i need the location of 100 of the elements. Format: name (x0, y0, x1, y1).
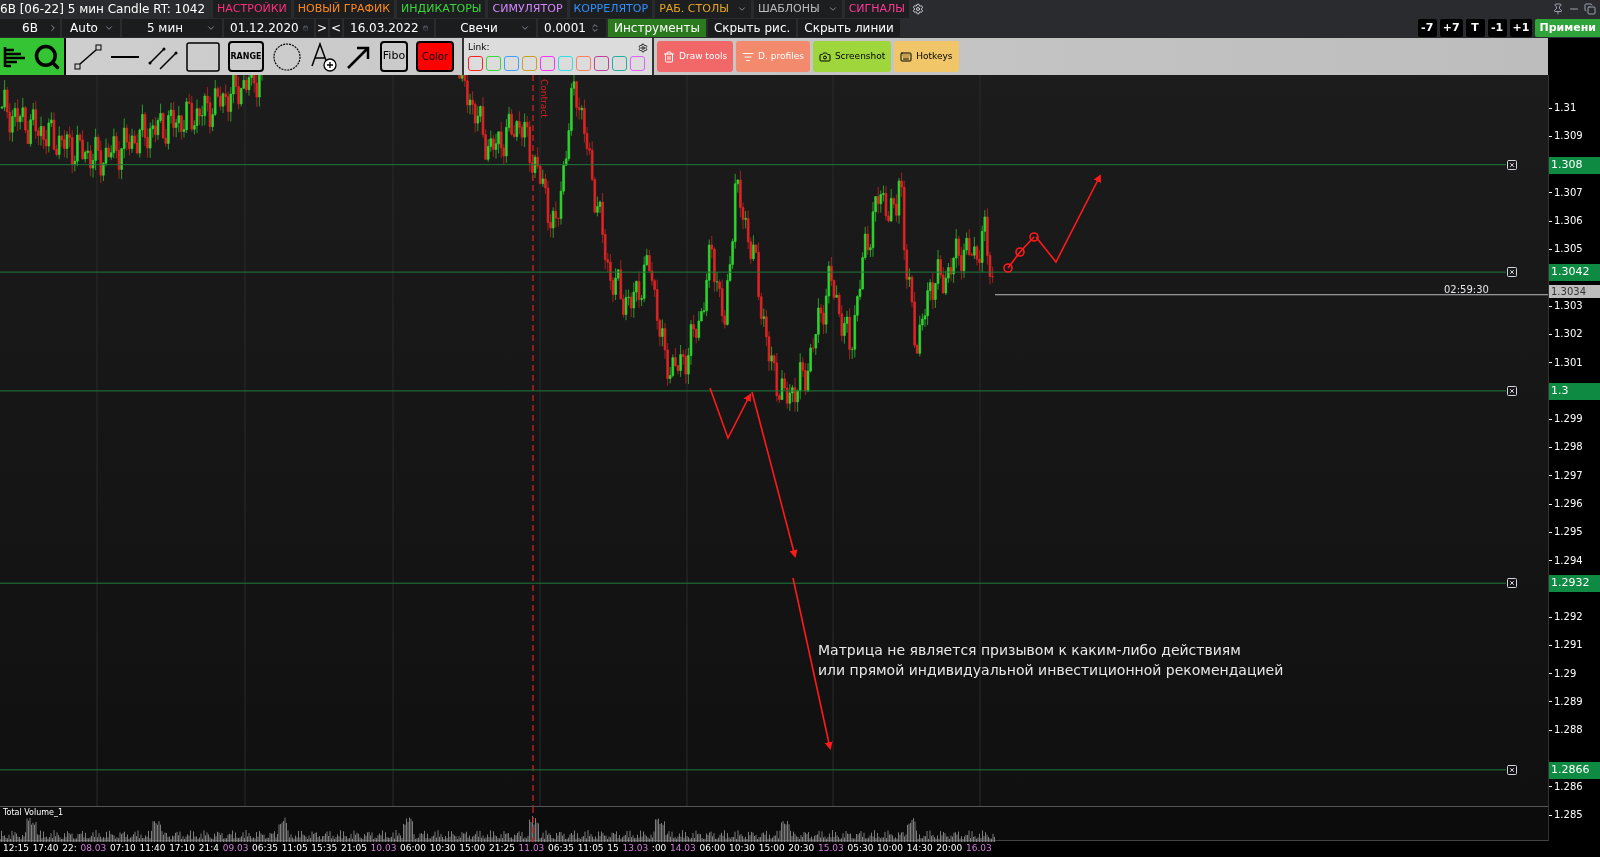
time-axis-label: 06:35 (548, 842, 574, 856)
list-icon (742, 50, 755, 63)
price-tick-label: 1.302 (1554, 328, 1583, 341)
dropdown-field[interactable]: Свечи (436, 19, 536, 37)
menu-tab[interactable]: ИНДИКАТОРЫ (397, 0, 486, 18)
caret-icon (520, 23, 530, 33)
time-axis-label: 20:30 (788, 842, 815, 856)
window-title: 6B [06-22] 5 мин Candle RT: 1042 (0, 1, 207, 18)
price-level-label: 1.3 (1549, 382, 1600, 400)
time-axis-label: 15:00 (459, 842, 486, 856)
close-icon[interactable] (1506, 763, 1518, 776)
caret-icon (104, 23, 114, 33)
search-icon[interactable] (33, 42, 61, 71)
shift-button[interactable]: T (1465, 19, 1485, 37)
volume-profile-icon[interactable] (3, 44, 27, 69)
time-axis-label: 14:30 (906, 842, 933, 856)
time-axis-label: 15:00 (758, 842, 785, 856)
settings-icon[interactable] (912, 3, 925, 15)
time-axis-label: 21:4 (198, 842, 219, 856)
price-tick-label: 1.288 (1554, 724, 1583, 737)
restore-icon[interactable] (1584, 3, 1596, 15)
shift-button[interactable]: +7 (1439, 19, 1463, 37)
close-icon[interactable] (1506, 577, 1518, 590)
close-icon[interactable] (1506, 266, 1518, 279)
close-icon[interactable] (1506, 384, 1518, 397)
date-field[interactable]: 16.03.2022 (344, 19, 434, 37)
time-axis-label: 10:00 (877, 842, 903, 856)
menu-tab[interactable]: НОВЫЙ ГРАФИК (293, 0, 395, 18)
date-axis-label: 16.03 (965, 842, 992, 856)
price-tick-label: 1.285 (1554, 809, 1583, 822)
menu-tab[interactable]: СИМУЛЯТОР (488, 0, 567, 18)
link-color-slot[interactable] (522, 55, 537, 71)
link-color-slot[interactable] (630, 55, 645, 71)
shift-button[interactable]: +1 (1509, 19, 1533, 37)
horizontal-line-icon[interactable] (110, 54, 140, 59)
line-segment-icon[interactable] (74, 42, 102, 71)
tick-size-field[interactable]: 0.0001 (538, 19, 606, 37)
circle-icon[interactable] (272, 41, 302, 72)
link-color-slot[interactable] (576, 55, 591, 71)
text-tool-icon[interactable] (310, 41, 338, 72)
price-tick-label: 1.292 (1554, 611, 1583, 624)
caret-icon (827, 4, 838, 14)
symbol-field[interactable]: 6B (0, 19, 60, 37)
price-level-label: 1.308 (1549, 156, 1600, 174)
dropdown-field[interactable]: 5 мин (122, 19, 222, 37)
contract-label: Contract (537, 79, 550, 118)
menu-tab[interactable]: НАСТРОЙКИ (213, 0, 291, 18)
menu-tab[interactable]: РАБ. СТОЛЫ (655, 0, 751, 18)
toolbar-action-button[interactable]: Screenshot (812, 41, 892, 72)
hide-button[interactable]: Скрыть рис. (707, 19, 797, 37)
price-tick-label: 1.307 (1554, 186, 1583, 199)
close-icon[interactable] (1506, 158, 1518, 171)
time-axis-label: 10:30 (429, 842, 456, 856)
date-axis-label: 09.03 (222, 842, 249, 856)
menu-tab[interactable]: ШАБЛОНЫ (753, 0, 842, 18)
step-button[interactable]: > (316, 19, 328, 37)
link-color-slot[interactable] (468, 55, 483, 71)
date-axis-label: 15.03 (818, 842, 844, 856)
menu-tab[interactable]: СИГНАЛЫ (844, 0, 910, 18)
tools-button[interactable]: Инструменты (608, 19, 706, 37)
date-field[interactable]: 01.12.2020 (224, 19, 314, 37)
link-color-slot[interactable] (612, 55, 627, 71)
time-axis-label: 21:25 (488, 842, 515, 856)
price-tick-label: 1.303 (1554, 300, 1583, 313)
time-axis-label: 06:00 (400, 842, 426, 856)
menu-tab[interactable]: КОРРЕЛЯТОР (569, 0, 653, 18)
link-color-slot[interactable] (504, 55, 519, 71)
price-level-label: 1.2866 (1549, 761, 1600, 779)
time-axis-label: 07:10 (109, 842, 136, 856)
toolbar-action-button[interactable]: Hotkeys (894, 41, 959, 72)
shift-button[interactable]: -7 (1417, 19, 1437, 37)
shift-button[interactable]: -1 (1487, 19, 1507, 37)
settings-icon[interactable] (638, 42, 648, 53)
pin-icon[interactable] (1552, 3, 1564, 15)
time-axis-label: 10:30 (729, 842, 756, 856)
keyboard-icon (900, 50, 913, 63)
price-tick-label: 1.295 (1554, 526, 1583, 539)
date-axis-label: 10.03 (370, 842, 397, 856)
step-button[interactable]: < (330, 19, 342, 37)
link-color-slot[interactable] (558, 55, 573, 71)
price-tick-label: 1.286 (1554, 780, 1583, 793)
time-axis-label: 06:00 (699, 842, 726, 856)
rectangle-icon[interactable] (186, 41, 220, 72)
price-tick-label: 1.299 (1554, 413, 1583, 426)
time-axis-label: 21:05 (341, 842, 367, 856)
link-color-slot[interactable] (540, 55, 555, 71)
dropdown-field[interactable]: Auto (62, 19, 120, 37)
time-axis-label: 05:30 (847, 842, 874, 856)
link-color-slot[interactable] (486, 55, 501, 71)
color-button[interactable]: Color (416, 41, 454, 72)
link-color-slot[interactable] (594, 55, 609, 71)
caret-icon (736, 4, 747, 14)
fibo-button[interactable]: Fibo (380, 41, 408, 72)
price-level-label: 1.3042 (1549, 264, 1600, 282)
time-axis-label: 22: (62, 842, 77, 856)
price-tick-label: 1.31 (1554, 102, 1577, 115)
disclaimer-note: Матрица не является призывом к каким-либо действиям или прямой индивидуальной инвестиционной рекомендацией (818, 641, 1284, 680)
price-tick-label: 1.289 (1554, 695, 1583, 708)
hide-button[interactable]: Скрыть линии (798, 19, 900, 37)
range-button[interactable]: RANGE (228, 41, 264, 72)
